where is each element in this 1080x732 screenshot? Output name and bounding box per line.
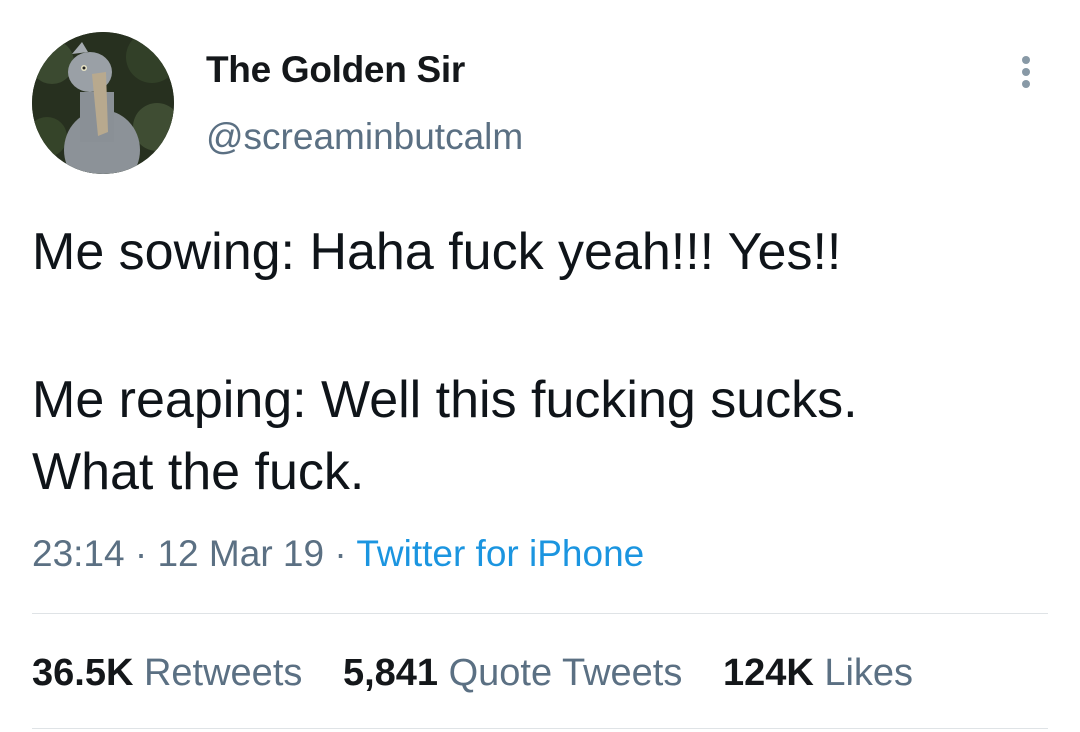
more-options-icon[interactable]: [1008, 52, 1044, 92]
retweets-label: Retweets: [143, 652, 303, 694]
tweet-time[interactable]: 23:14: [32, 533, 125, 574]
likes-stat[interactable]: 124K Likes: [723, 652, 913, 694]
divider: [32, 613, 1048, 614]
tweet-source-link[interactable]: Twitter for iPhone: [356, 533, 644, 574]
likes-label: Likes: [824, 652, 914, 694]
tweet-card: The Golden Sir @screaminbutcalm Me sowin…: [0, 0, 1080, 732]
shoebill-bird-icon: [32, 32, 174, 174]
retweets-stat[interactable]: 36.5K Retweets: [32, 652, 302, 694]
avatar[interactable]: [32, 32, 174, 174]
divider: [32, 728, 1048, 729]
quote-tweets-label: Quote Tweets: [448, 652, 683, 694]
tweet-line: Me sowing: Haha fuck yeah!!! Yes!!: [32, 223, 842, 281]
tweet-metadata: 23:14 · 12 Mar 19 · Twitter for iPhone: [32, 530, 644, 578]
quote-tweets-count: 5,841: [342, 652, 439, 694]
meta-separator: ·: [334, 533, 347, 574]
likes-count: 124K: [722, 652, 814, 694]
display-name[interactable]: The Golden Sir: [206, 46, 465, 94]
tweet-line: Me reaping: Well this fucking sucks.: [32, 371, 858, 429]
engagement-stats: 36.5K Retweets 5,841 Quote Tweets 124K L…: [32, 648, 943, 698]
tweet-date[interactable]: 12 Mar 19: [157, 533, 324, 574]
tweet-text: Me sowing: Haha fuck yeah!!! Yes!! Me re…: [32, 216, 1052, 508]
user-handle[interactable]: @screaminbutcalm: [206, 113, 523, 161]
retweets-count: 36.5K: [32, 652, 134, 694]
meta-separator: ·: [134, 533, 148, 574]
tweet-line: What the fuck.: [32, 443, 365, 501]
quote-tweets-stat[interactable]: 5,841 Quote Tweets: [343, 652, 682, 694]
